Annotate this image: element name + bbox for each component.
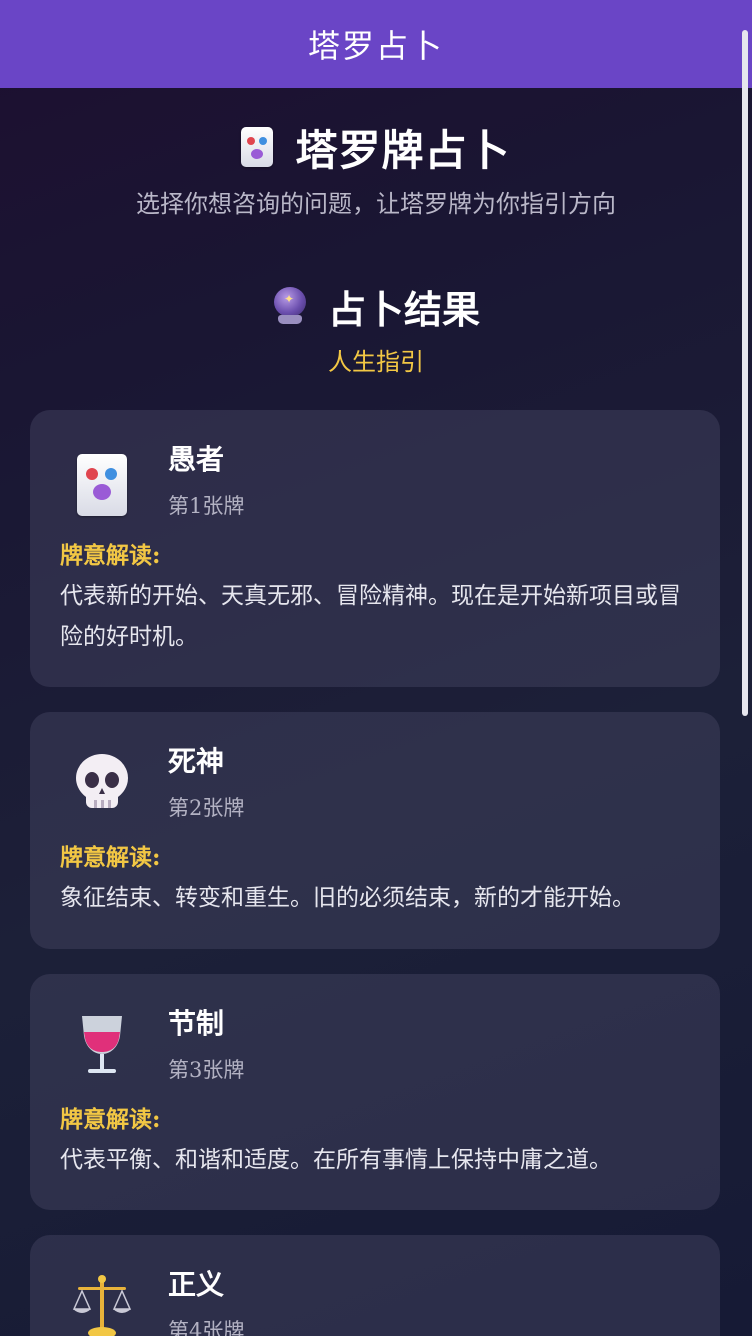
wine-glass-icon <box>70 1012 134 1076</box>
card-position: 第1张牌 <box>168 494 245 518</box>
card-name: 死神 <box>168 745 225 778</box>
card-description: 象征结束、转变和重生。旧的必须结束，新的才能开始。 <box>60 885 635 911</box>
tarot-result-card: 正义 第4张牌 <box>30 1235 720 1336</box>
card-name: 正义 <box>168 1268 225 1301</box>
card-position: 第3张牌 <box>168 1058 245 1082</box>
card-description: 代表平衡、和谐和适度。在所有事情上保持中庸之道。 <box>60 1147 612 1173</box>
hero-section: 塔罗牌占卜 选择你想咨询的问题，让塔罗牌为你指引方向 <box>0 118 752 219</box>
card-name: 愚者 <box>168 443 225 476</box>
crystal-ball-icon: ✦ <box>272 287 308 325</box>
tarot-result-card: 死神 第2张牌 牌意解读: 象征结束、转变和重生。旧的必须结束，新的才能开始。 <box>30 712 720 949</box>
interpretation-label: 牌意解读: <box>60 542 161 569</box>
card-position: 第4张牌 <box>168 1319 245 1336</box>
tarot-result-card: 节制 第3张牌 牌意解读: 代表平衡、和谐和适度。在所有事情上保持中庸之道。 <box>30 974 720 1210</box>
result-title: 占卜结果 <box>327 286 480 332</box>
card-description: 代表新的开始、天真无邪、冒险精神。现在是开始新项目或冒险的好时机。 <box>60 583 681 650</box>
page-title: 塔罗牌占卜 <box>295 125 511 175</box>
card-position: 第2张牌 <box>168 796 245 820</box>
result-subtitle: 人生指引 <box>328 348 424 376</box>
tarot-result-card: 愚者 第1张牌 牌意解读: 代表新的开始、天真无邪、冒险精神。现在是开始新项目或… <box>30 410 720 687</box>
joker-card-icon <box>77 454 127 516</box>
app-title: 塔罗占卜 <box>307 27 444 65</box>
interpretation-label: 牌意解读: <box>60 1106 161 1133</box>
skull-icon <box>70 750 134 814</box>
interpretation-label: 牌意解读: <box>60 844 161 871</box>
top-app-bar: 塔罗占卜 <box>0 0 752 88</box>
result-header: ✦ 占卜结果 人生指引 <box>0 280 752 377</box>
page-subtitle: 选择你想咨询的问题，让塔罗牌为你指引方向 <box>136 190 616 218</box>
card-name: 节制 <box>168 1007 225 1040</box>
tarot-card-icon <box>241 127 274 167</box>
scales-icon <box>70 1273 134 1336</box>
